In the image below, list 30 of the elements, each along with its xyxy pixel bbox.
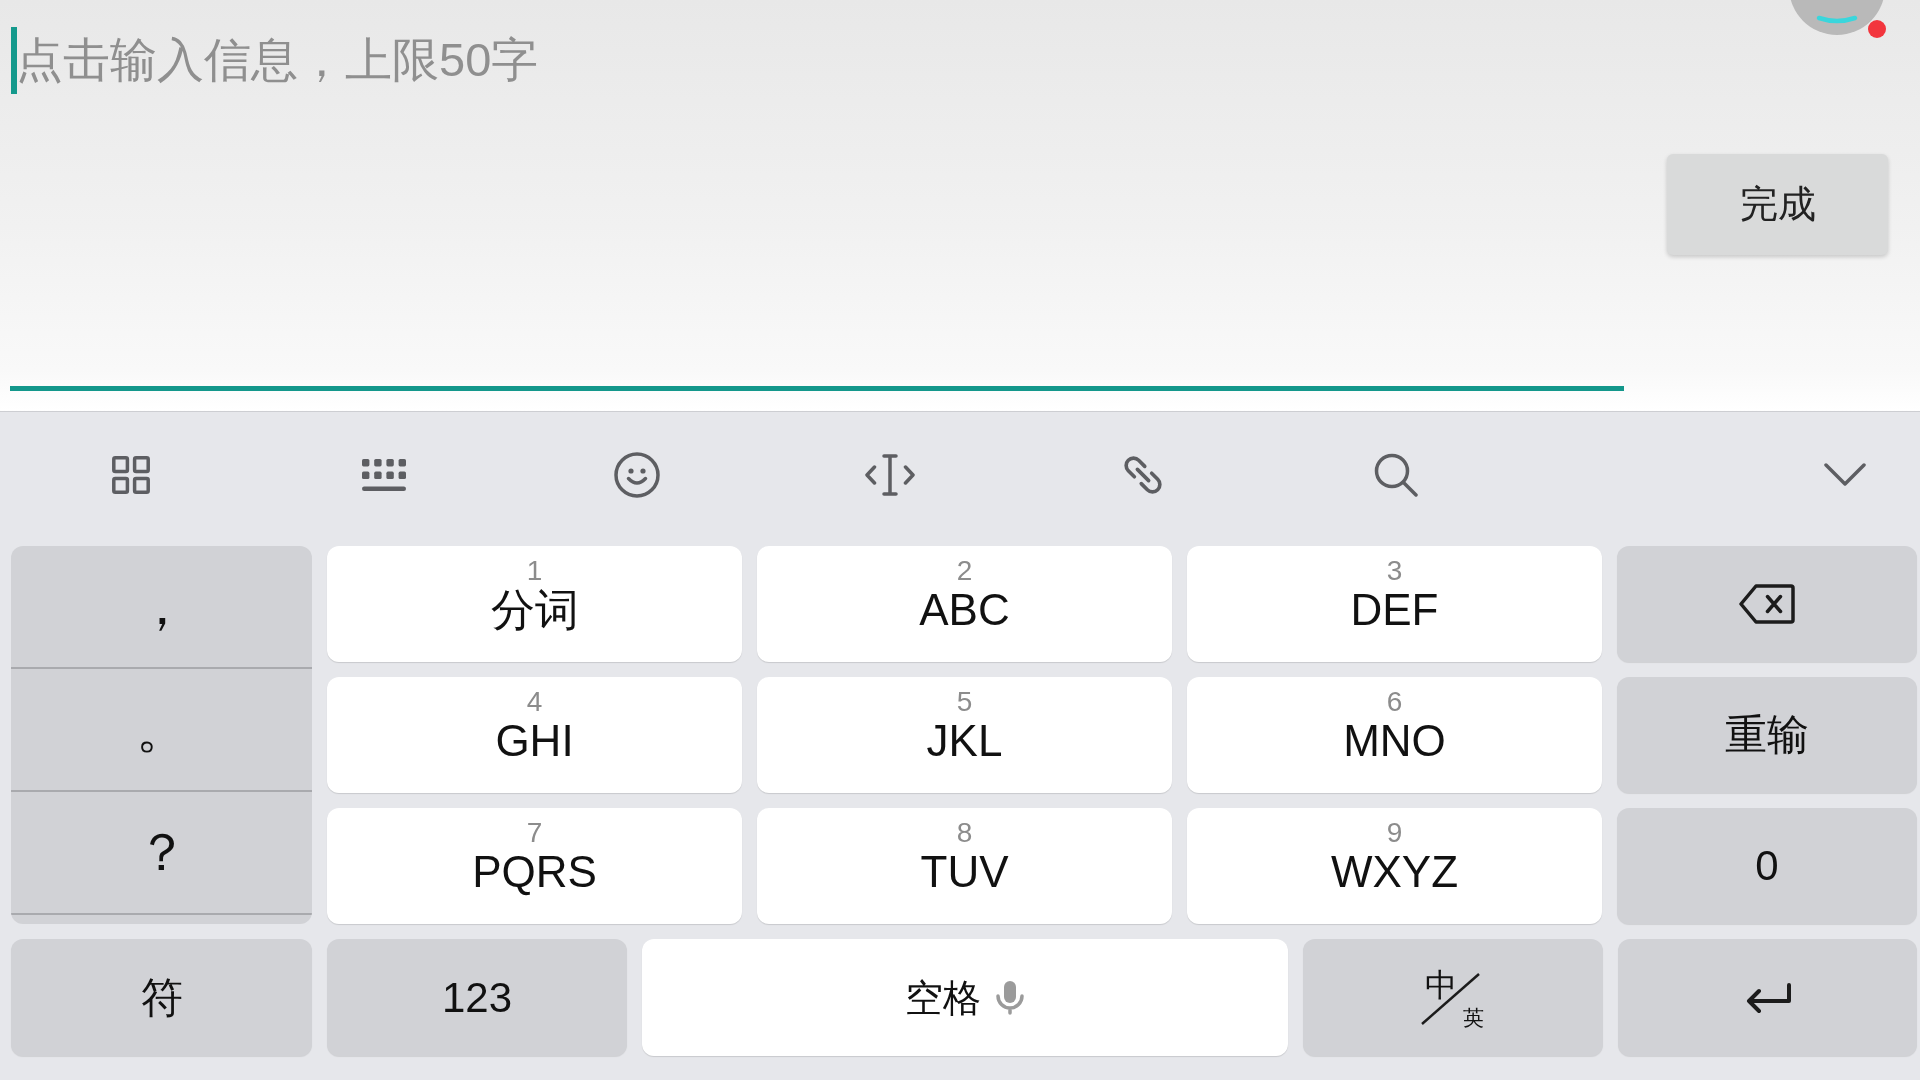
t9-key[interactable]: 8 TUV	[757, 808, 1172, 924]
symbols-key[interactable]: 符	[11, 939, 312, 1056]
backspace-key[interactable]	[1617, 546, 1917, 662]
done-button[interactable]: 完成	[1667, 154, 1888, 255]
microphone-icon	[995, 980, 1025, 1015]
language-key[interactable]: 中 英	[1303, 939, 1603, 1056]
cursor-arrows-icon[interactable]	[864, 454, 915, 496]
t9-key[interactable]: 4 GHI	[327, 677, 742, 793]
backspace-icon	[1739, 584, 1795, 624]
smiley-icon[interactable]	[613, 452, 660, 498]
punctuation-key[interactable]: ？	[11, 792, 312, 915]
t9-key[interactable]: 3 DEF	[1187, 546, 1602, 662]
punctuation-key[interactable]: 。	[11, 669, 312, 792]
t9-key[interactable]: 9 WXYZ	[1187, 808, 1602, 924]
t9-key[interactable]: 5 JKL	[757, 677, 1172, 793]
numbers-key[interactable]: 123	[327, 939, 627, 1056]
space-key[interactable]: 空格	[642, 939, 1288, 1056]
retype-key[interactable]: 重输	[1617, 677, 1917, 793]
digit-key[interactable]: 0	[1617, 808, 1917, 924]
search-icon[interactable]	[1373, 453, 1418, 497]
t9-key[interactable]: 7 PQRS	[327, 808, 742, 924]
chevron-down-icon[interactable]	[1824, 463, 1866, 487]
t9-key[interactable]: 2 ABC	[757, 546, 1172, 662]
t9-key[interactable]: 1 分词	[327, 546, 742, 662]
message-input[interactable]: 点击输入信息，上限50字	[10, 0, 1624, 391]
grid-icon[interactable]	[111, 456, 150, 494]
text-cursor-icon	[11, 27, 17, 94]
keyboard-icon[interactable]	[361, 459, 406, 491]
t9-key[interactable]: 6 MNO	[1187, 677, 1602, 793]
punctuation-key[interactable]: ，	[11, 546, 312, 669]
